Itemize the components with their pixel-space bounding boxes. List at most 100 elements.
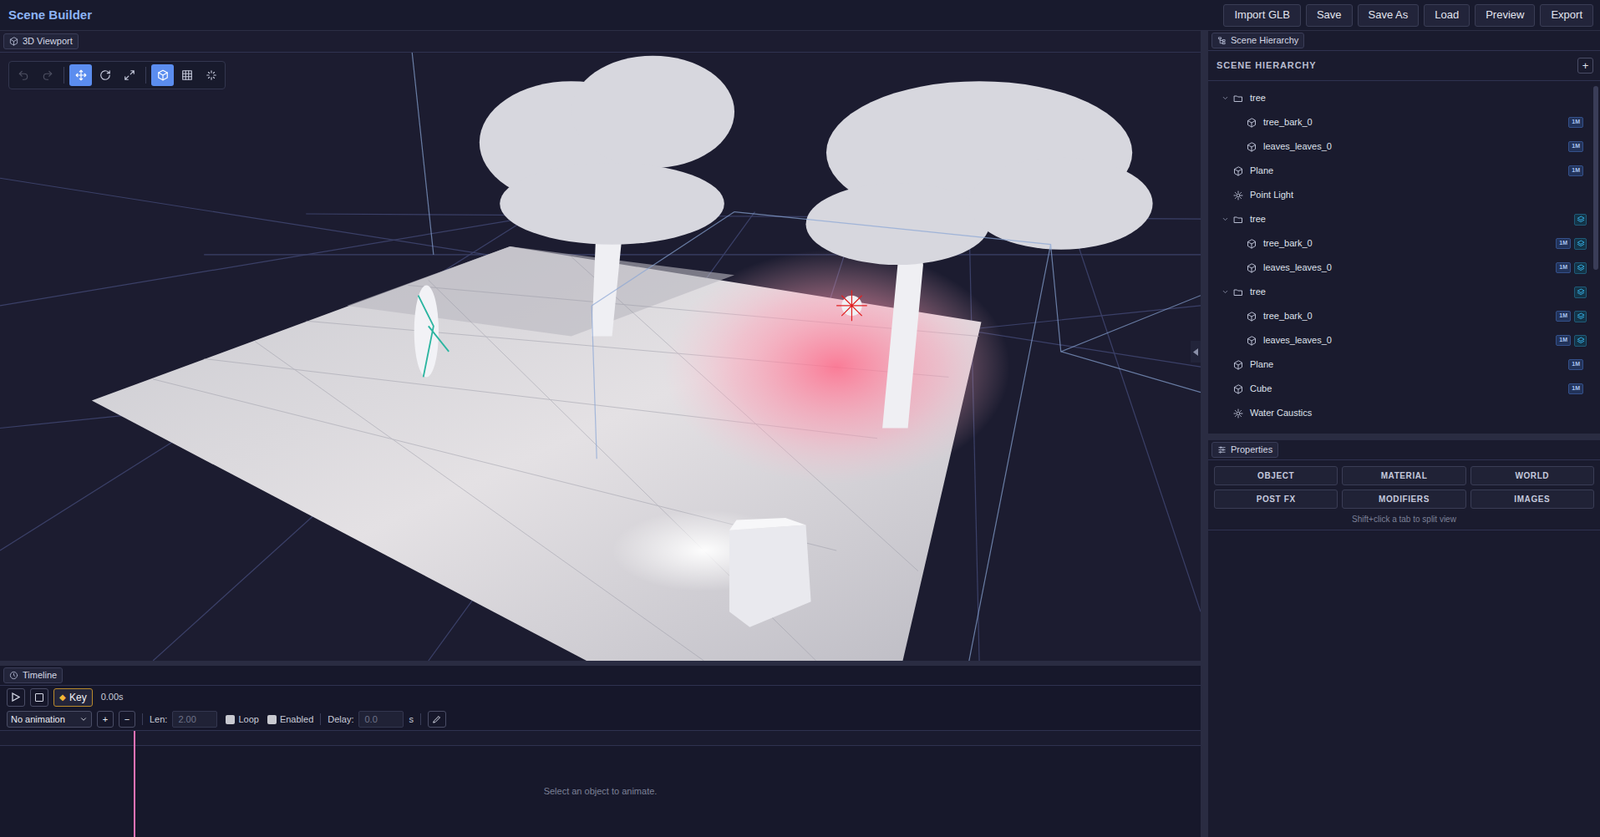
hierarchy-item-label: Plane bbox=[1249, 357, 1569, 372]
clock-icon bbox=[9, 670, 19, 681]
rotate-icon bbox=[99, 69, 112, 82]
item-badges: 1M bbox=[1555, 335, 1587, 347]
length-input[interactable] bbox=[172, 711, 218, 728]
hierarchy-item[interactable]: Plane1M bbox=[1208, 352, 1594, 377]
indent bbox=[1233, 267, 1247, 269]
add-object-button[interactable]: + bbox=[1577, 57, 1594, 74]
move-tool-button[interactable] bbox=[69, 64, 92, 87]
expand-toggle bbox=[1216, 189, 1234, 202]
hierarchy-item[interactable]: leaves_leaves_01M bbox=[1208, 134, 1594, 159]
key-button[interactable]: ◆Key bbox=[53, 688, 93, 707]
scrollbar-thumb[interactable] bbox=[1593, 86, 1599, 270]
enabled-box[interactable] bbox=[267, 715, 277, 725]
hierarchy-item[interactable]: tree_bark_01M bbox=[1208, 304, 1594, 329]
panel-tab-label: Properties bbox=[1230, 442, 1273, 458]
hierarchy-item[interactable]: tree_bark_01M bbox=[1208, 231, 1594, 256]
cube-icon bbox=[1233, 384, 1244, 395]
play-button[interactable] bbox=[6, 688, 26, 707]
item-badges: 1M bbox=[1568, 359, 1587, 371]
key-diamond: ◆ bbox=[59, 690, 67, 704]
cube-icon bbox=[1246, 117, 1257, 128]
header-button[interactable]: Export bbox=[1539, 4, 1594, 27]
properties-tab[interactable]: MODIFIERS bbox=[1341, 489, 1466, 509]
poly-count-badge: 1M bbox=[1568, 165, 1584, 177]
panel-tab[interactable]: Scene Hierarchy bbox=[1211, 32, 1305, 49]
timeline-ruler[interactable] bbox=[0, 731, 1201, 747]
playhead[interactable] bbox=[133, 731, 136, 837]
loop-checkbox[interactable]: Loop bbox=[225, 712, 259, 727]
hierarchy-item[interactable]: tree bbox=[1208, 279, 1594, 305]
solid-tool-button[interactable] bbox=[151, 64, 174, 87]
hierarchy-item[interactable]: Point Light bbox=[1208, 182, 1594, 208]
stop-button[interactable] bbox=[30, 688, 49, 707]
length-label: Len: bbox=[149, 712, 168, 727]
panel-tab[interactable]: Timeline bbox=[3, 667, 63, 684]
hierarchy-item[interactable]: Plane1M bbox=[1208, 158, 1594, 183]
hierarchy-item[interactable]: leaves_leaves_01M bbox=[1208, 255, 1594, 280]
enabled-checkbox[interactable]: Enabled bbox=[267, 712, 314, 727]
header-button[interactable]: Save As bbox=[1357, 4, 1420, 27]
hierarchy-item[interactable]: tree bbox=[1208, 207, 1594, 232]
move-tool bbox=[75, 69, 87, 82]
expand-toggle[interactable] bbox=[1216, 213, 1234, 226]
instanced-badge bbox=[1574, 310, 1587, 323]
hierarchy-item[interactable]: leaves_leaves_01M bbox=[1208, 328, 1594, 353]
loop-box[interactable] bbox=[225, 715, 235, 725]
group-item-icon-box bbox=[1233, 93, 1245, 104]
hierarchy-item[interactable]: tree_bark_01M bbox=[1208, 110, 1594, 135]
light-item-icon-box bbox=[1233, 408, 1245, 419]
panel-tab-label: Scene Hierarchy bbox=[1230, 33, 1299, 48]
poly-count-badge: 1M bbox=[1568, 359, 1584, 371]
rotate-tool-button[interactable] bbox=[93, 64, 117, 87]
properties-tab[interactable]: MATERIAL bbox=[1341, 466, 1466, 486]
hierarchy-item[interactable]: tree bbox=[1208, 86, 1594, 111]
properties-tab[interactable]: IMAGES bbox=[1470, 489, 1595, 509]
scale-tool-button[interactable] bbox=[117, 64, 141, 87]
viewport-toolbar bbox=[8, 60, 226, 90]
hierarchy-item-label: tree_bark_0 bbox=[1263, 309, 1556, 324]
header-button[interactable]: Preview bbox=[1474, 4, 1535, 27]
expand-toggle[interactable] bbox=[1216, 286, 1234, 299]
hierarchy-title-row: SCENE HIERARCHY+ bbox=[1208, 50, 1600, 82]
hierarchy-item[interactable]: Water Caustics bbox=[1208, 401, 1594, 426]
effects-tool-button[interactable] bbox=[199, 64, 223, 87]
panel-splitter[interactable] bbox=[1208, 433, 1600, 441]
header-button[interactable]: Save bbox=[1305, 4, 1353, 27]
header-button[interactable]: Import GLB bbox=[1223, 4, 1301, 27]
delay-input[interactable] bbox=[358, 711, 404, 728]
animation-select[interactable]: No animation bbox=[6, 711, 92, 728]
properties-tab[interactable]: WORLD bbox=[1470, 466, 1595, 486]
edit-curve-button[interactable] bbox=[427, 711, 447, 728]
expand-toggle bbox=[1216, 383, 1234, 396]
add-animation-button[interactable]: + bbox=[96, 711, 114, 728]
viewport-canvas[interactable] bbox=[0, 52, 1201, 661]
mesh-item-icon-box bbox=[1246, 238, 1259, 249]
timeline-track-area[interactable]: Select an object to animate. bbox=[0, 730, 1201, 837]
poly-count-badge: 1M bbox=[1555, 238, 1571, 249]
timeline-empty-state: Select an object to animate. bbox=[0, 746, 1201, 837]
chevron-down-icon bbox=[79, 715, 88, 724]
timeline-empty-message: Select an object to animate. bbox=[543, 784, 658, 799]
panel-tab[interactable]: Properties bbox=[1211, 441, 1279, 458]
properties-tab[interactable]: OBJECT bbox=[1213, 466, 1338, 486]
expand-toggle[interactable] bbox=[1216, 92, 1234, 105]
solid-icon bbox=[157, 69, 169, 82]
collapse-panel-button[interactable] bbox=[1190, 340, 1201, 363]
poly-count-badge: 1M bbox=[1568, 141, 1584, 153]
scene-render bbox=[0, 52, 1201, 661]
hierarchy-scrollbar[interactable] bbox=[1593, 81, 1599, 434]
layers-icon bbox=[1576, 239, 1585, 249]
panel-tab[interactable]: 3D Viewport bbox=[3, 33, 79, 50]
remove-animation-button[interactable]: − bbox=[118, 711, 136, 728]
header-button[interactable]: Load bbox=[1423, 4, 1470, 27]
properties-tab[interactable]: POST FX bbox=[1213, 489, 1338, 509]
column-splitter[interactable] bbox=[1200, 30, 1209, 837]
hierarchy-item[interactable]: Cube1M bbox=[1208, 376, 1594, 402]
grid-tool-button[interactable] bbox=[175, 64, 199, 87]
hierarchy-list-wrap: treetree_bark_01Mleaves_leaves_01MPlane1… bbox=[1208, 81, 1600, 434]
effects-icon bbox=[205, 69, 218, 82]
app-title: Scene Builder bbox=[8, 5, 92, 26]
